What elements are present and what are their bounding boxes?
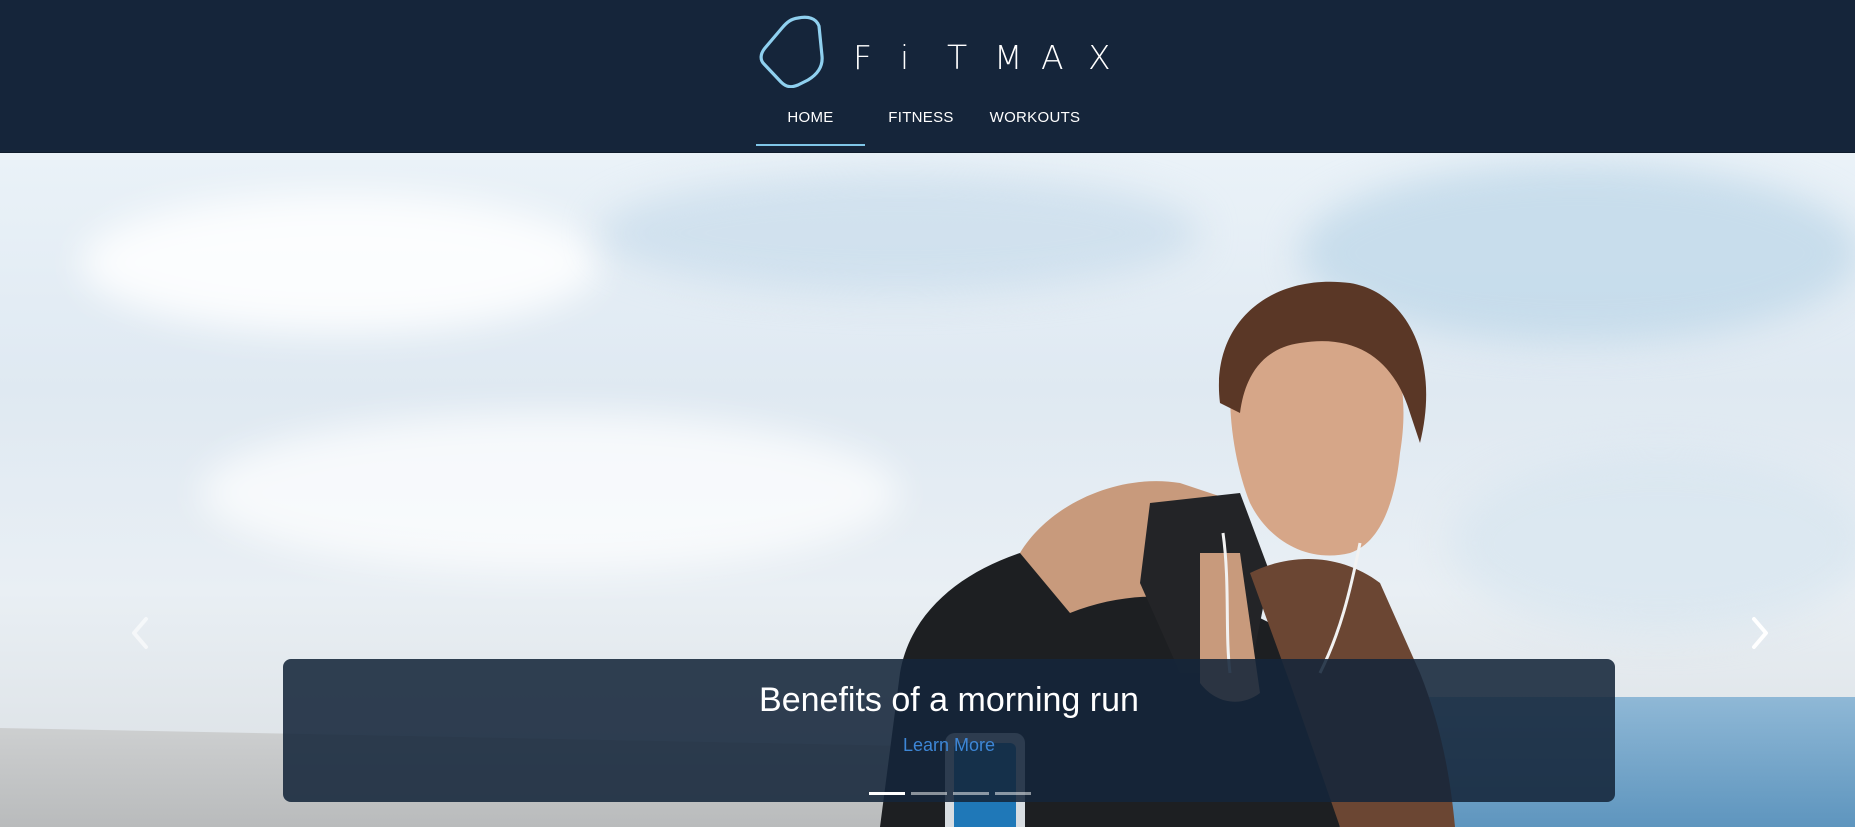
logo-letter: F <box>853 38 872 77</box>
carousel-indicator-4[interactable] <box>995 792 1031 795</box>
carousel-indicator-2[interactable] <box>911 792 947 795</box>
carousel-indicator-3[interactable] <box>953 792 989 795</box>
logo-letter: A <box>1041 38 1064 77</box>
slide-title: Benefits of a morning run <box>759 681 1139 719</box>
slide-caption: Benefits of a morning run Learn More <box>283 659 1615 802</box>
logo-wordmark: FiTMAX <box>853 38 1135 77</box>
chevron-left-icon <box>132 617 148 649</box>
sky-cloud <box>80 193 600 333</box>
chevron-right-icon <box>1752 617 1768 649</box>
sky-cloud <box>1450 453 1855 633</box>
nav-item-fitness[interactable]: FITNESS <box>865 100 977 146</box>
learn-more-link[interactable]: Learn More <box>283 735 1615 756</box>
logo-letter: T <box>947 38 968 77</box>
site-header: FiTMAX HOME FITNESS WORKOUTS <box>0 0 1855 153</box>
nav-item-home[interactable]: HOME <box>756 100 865 146</box>
logo-mark-icon <box>759 15 824 88</box>
logo-letter: M <box>994 38 1023 77</box>
logo-letter: X <box>1088 38 1111 77</box>
carousel-prev-button[interactable] <box>120 603 160 663</box>
fitmax-logo[interactable]: FiTMAX <box>758 14 1111 88</box>
carousel-next-button[interactable] <box>1740 603 1780 663</box>
nav-item-workouts[interactable]: WORKOUTS <box>977 100 1093 146</box>
sky-cloud <box>200 413 900 573</box>
carousel-indicator-1[interactable] <box>869 792 905 795</box>
logo-letter: i <box>900 38 910 77</box>
